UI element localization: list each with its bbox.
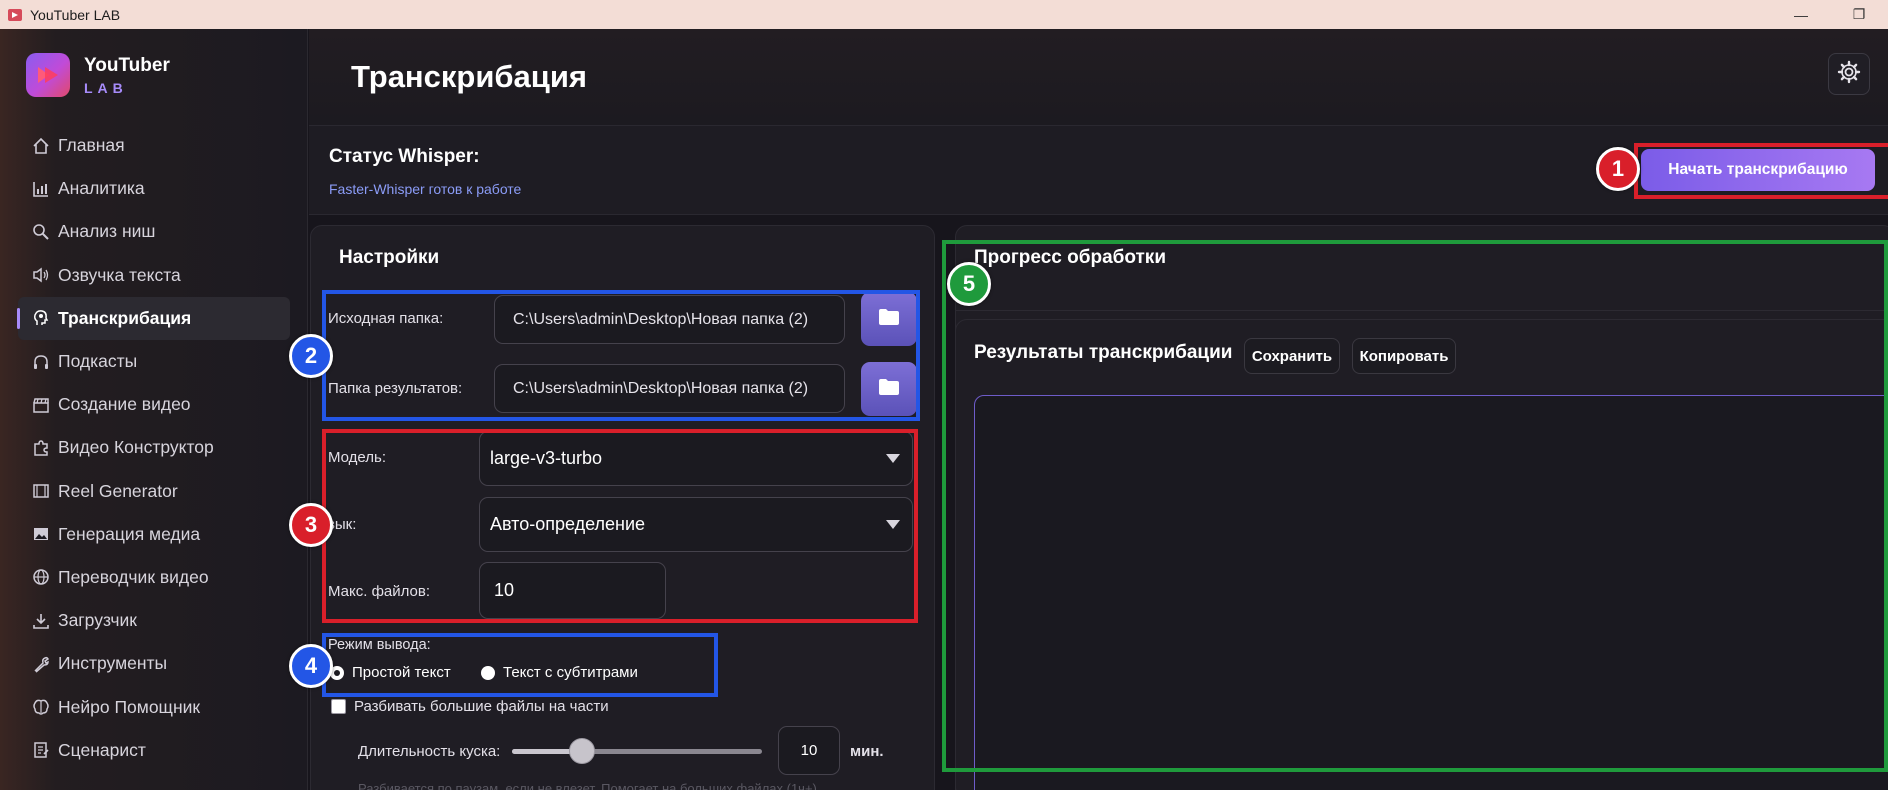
annotation-badge-4: 4 [289, 644, 333, 688]
page-header: Транскрибация [309, 29, 1888, 125]
script-icon [30, 739, 52, 761]
split-files-checkbox[interactable] [331, 699, 346, 714]
image-icon [30, 523, 52, 545]
search-icon [30, 221, 52, 243]
sidebar-item-label: Инструменты [58, 653, 168, 674]
sidebar-item-home[interactable]: Главная [18, 124, 290, 167]
sidebar-item-video-builder[interactable]: Видео Конструктор [18, 426, 290, 469]
app-logo-icon [8, 8, 22, 21]
sidebar-item-downloader[interactable]: Загрузчик [18, 599, 290, 642]
sidebar-item-label: Видео Конструктор [58, 437, 214, 458]
sidebar-item-label: Транскрибация [58, 307, 192, 328]
speaker-icon [30, 264, 52, 286]
whisper-status-value: Faster-Whisper готов к работе [329, 181, 522, 197]
window-title: YouTuber LAB [30, 6, 121, 23]
annotation-badge-2: 2 [289, 334, 333, 378]
brand-sub: LAB [84, 79, 128, 96]
chunk-hint: Разбивается по паузам, если не влезет. П… [358, 781, 817, 790]
sidebar-item-label: Переводчик видео [58, 566, 209, 587]
sidebar-item-label: Подкасты [58, 351, 138, 372]
split-files-label: Разбивать большие файлы на части [354, 698, 609, 715]
sidebar-item-ai-assistant[interactable]: Нейро Помощник [18, 685, 290, 728]
sidebar-item-label: Анализ ниш [58, 221, 156, 242]
wrench-icon [30, 653, 52, 675]
annotation-badge-1: 1 [1596, 147, 1640, 191]
window-titlebar: YouTuber LAB — ❐ [0, 0, 1888, 29]
sidebar-item-label: Создание видео [58, 394, 191, 415]
annotation-badge-3: 3 [289, 503, 333, 547]
sidebar-item-media-generation[interactable]: Генерация медиа [18, 513, 290, 556]
chunk-unit-label: мин. [850, 743, 884, 760]
sidebar-item-label: Генерация медиа [58, 523, 201, 544]
maximize-button[interactable]: ❐ [1830, 0, 1888, 29]
brand-name: YouTuber [84, 54, 170, 76]
annotation-badge-5: 5 [947, 262, 991, 306]
globe-icon [30, 566, 52, 588]
head-sound-icon [30, 307, 52, 329]
sidebar-item-scriptwriter[interactable]: Сценарист [18, 729, 290, 772]
chunk-slider-thumb[interactable] [569, 738, 595, 764]
sidebar-item-reel-generator[interactable]: Reel Generator [18, 470, 290, 513]
sidebar-item-tools[interactable]: Инструменты [18, 642, 290, 685]
headphones-icon [30, 351, 52, 373]
home-icon [30, 135, 52, 157]
sidebar-item-podcasts[interactable]: Подкасты [18, 340, 290, 383]
sidebar-item-label: Загрузчик [58, 610, 137, 631]
brain-icon [30, 696, 52, 718]
chunk-length-label: Длительность куска: [358, 743, 501, 760]
download-icon [30, 610, 52, 632]
film-icon [30, 480, 52, 502]
sidebar-item-video-creation[interactable]: Создание видео [18, 383, 290, 426]
annotation-box-2 [322, 290, 920, 421]
sidebar-item-niche-analysis[interactable]: Анализ ниш [18, 210, 290, 253]
sidebar-item-label: Главная [58, 135, 125, 156]
minimize-button[interactable]: — [1772, 0, 1830, 29]
sidebar-item-label: Сценарист [58, 739, 146, 760]
page-title: Транскрибация [351, 59, 587, 94]
annotation-box-3 [322, 429, 918, 623]
annotation-box-5 [942, 240, 1888, 772]
settings-title: Настройки [339, 247, 440, 268]
chart-icon [30, 178, 52, 200]
sidebar-item-analytics[interactable]: Аналитика [18, 167, 290, 210]
chunk-length-input[interactable]: 10 [778, 726, 840, 775]
annotation-box-1 [1634, 143, 1888, 199]
sidebar-item-transcription[interactable]: Транскрибация [17, 296, 290, 340]
sidebar-item-label: Аналитика [58, 178, 145, 199]
annotation-box-4 [322, 633, 718, 697]
sidebar-item-label: Нейро Помощник [58, 696, 201, 717]
brand-logo-icon [26, 53, 70, 97]
settings-button[interactable] [1828, 53, 1870, 95]
sidebar-item-tts[interactable]: Озвучка текста [18, 254, 290, 297]
sidebar-item-label: Озвучка текста [58, 264, 181, 285]
gear-icon [1837, 60, 1861, 89]
sidebar-item-label: Reel Generator [58, 480, 178, 501]
sidebar-nav: Главная Аналитика Анализ ниш Озвучка тек… [17, 124, 290, 772]
sidebar: YouTuber LAB Главная Аналитика Анализ ни… [0, 29, 308, 790]
sidebar-item-video-translator[interactable]: Переводчик видео [18, 556, 290, 599]
whisper-status-label: Статус Whisper: [329, 146, 480, 167]
clapper-icon [30, 394, 52, 416]
brand: YouTuber LAB [26, 53, 170, 97]
puzzle-icon [30, 437, 52, 459]
